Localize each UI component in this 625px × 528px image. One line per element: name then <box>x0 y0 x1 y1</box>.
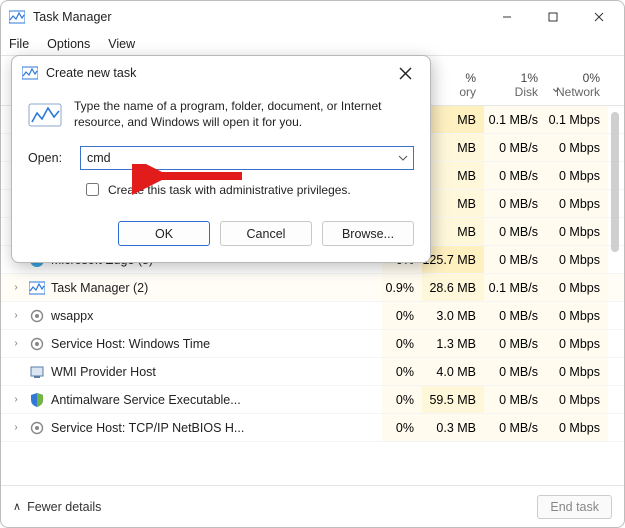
network-cell: 0 Mbps <box>546 190 608 217</box>
table-row[interactable]: › wsappx 0%3.0 MB0 MB/s0 Mbps <box>1 302 624 330</box>
memory-cell: 4.0 MB <box>422 358 484 385</box>
disk-cell: 0 MB/s <box>484 358 546 385</box>
admin-privileges-checkbox[interactable] <box>86 183 99 196</box>
disk-cell: 0.1 MB/s <box>484 274 546 301</box>
tm-icon <box>29 280 45 296</box>
end-task-button[interactable]: End task <box>537 495 612 519</box>
window-title: Task Manager <box>33 10 112 24</box>
process-name: Service Host: TCP/IP NetBIOS H... <box>51 421 244 435</box>
disk-cell: 0 MB/s <box>484 386 546 413</box>
disk-cell: 0 MB/s <box>484 190 546 217</box>
cpu-cell: 0% <box>382 414 422 441</box>
disk-percent: 1% <box>484 71 538 85</box>
column-disk[interactable]: Disk <box>484 85 538 99</box>
network-cell: 0 Mbps <box>546 302 608 329</box>
table-row[interactable]: › Service Host: Windows Time 0%1.3 MB0 MB/… <box>1 330 624 358</box>
create-new-task-dialog: Create new task Type the name of a progr… <box>11 55 431 263</box>
disk-cell: 0 MB/s <box>484 134 546 161</box>
admin-privileges-label: Create this task with administrative pri… <box>108 183 351 197</box>
network-percent: 0% <box>546 71 600 85</box>
memory-cell: 125.7 MB <box>422 246 484 273</box>
task-manager-icon <box>22 65 38 81</box>
dialog-close-button[interactable] <box>390 60 420 86</box>
expand-chevron-icon[interactable]: › <box>9 310 23 321</box>
table-row[interactable]: › Service Host: TCP/IP NetBIOS H... 0%0.3 … <box>1 414 624 442</box>
memory-cell: 0.3 MB <box>422 414 484 441</box>
gear-icon <box>29 308 45 324</box>
memory-cell: MB <box>422 106 484 133</box>
network-cell: 0 Mbps <box>546 134 608 161</box>
dialog-description: Type the name of a program, folder, docu… <box>74 98 414 130</box>
memory-cell: 59.5 MB <box>422 386 484 413</box>
process-name: WMI Provider Host <box>51 365 156 379</box>
dialog-title: Create new task <box>46 66 136 80</box>
disk-cell: 0 MB/s <box>484 414 546 441</box>
table-row[interactable]: › Antimalware Service Executable... 0%59.5… <box>1 386 624 414</box>
memory-cell: MB <box>422 134 484 161</box>
cpu-cell: 0.9% <box>382 274 422 301</box>
disk-cell: 0 MB/s <box>484 162 546 189</box>
cpu-cell: 0% <box>382 302 422 329</box>
fewer-details-toggle[interactable]: ∧ Fewer details <box>13 500 101 514</box>
vertical-scrollbar[interactable] <box>608 112 622 485</box>
open-dropdown-button[interactable] <box>394 148 412 168</box>
expand-chevron-icon[interactable]: › <box>9 422 23 433</box>
browse-button[interactable]: Browse... <box>322 221 414 246</box>
memory-cell: 1.3 MB <box>422 330 484 357</box>
open-label: Open: <box>28 151 70 165</box>
expand-chevron-icon[interactable]: › <box>9 394 23 405</box>
task-manager-window: Task Manager File Options View %ory 1%Di… <box>0 0 625 528</box>
memory-cell: MB <box>422 162 484 189</box>
menu-options[interactable]: Options <box>47 37 90 51</box>
disk-cell: 0 MB/s <box>484 218 546 245</box>
network-cell: 0.1 Mbps <box>546 106 608 133</box>
table-row[interactable]: › Task Manager (2) 0.9%28.6 MB0.1 MB/s0 Mb… <box>1 274 624 302</box>
process-name: Task Manager (2) <box>51 281 148 295</box>
wmi-icon <box>29 364 45 380</box>
open-input[interactable] <box>80 146 414 170</box>
minimize-button[interactable] <box>484 2 530 32</box>
cpu-cell: 0% <box>382 358 422 385</box>
titlebar: Task Manager <box>1 1 624 33</box>
footer: ∧ Fewer details End task <box>1 485 624 527</box>
menu-file[interactable]: File <box>9 37 29 51</box>
maximize-button[interactable] <box>530 2 576 32</box>
ok-button[interactable]: OK <box>118 221 210 246</box>
memory-cell: MB <box>422 190 484 217</box>
network-cell: 0 Mbps <box>546 386 608 413</box>
network-cell: 0 Mbps <box>546 414 608 441</box>
memory-cell: 28.6 MB <box>422 274 484 301</box>
cancel-button[interactable]: Cancel <box>220 221 312 246</box>
disk-cell: 0 MB/s <box>484 330 546 357</box>
menu-view[interactable]: View <box>108 37 135 51</box>
table-row[interactable]: WMI Provider Host 0%4.0 MB0 MB/s0 Mbps <box>1 358 624 386</box>
process-name: Service Host: Windows Time <box>51 337 210 351</box>
disk-cell: 0.1 MB/s <box>484 106 546 133</box>
expand-chevron-icon[interactable]: › <box>9 282 23 293</box>
chevron-up-icon: ∧ <box>13 500 21 513</box>
disk-cell: 0 MB/s <box>484 302 546 329</box>
shield-icon <box>29 392 45 408</box>
column-network[interactable]: Network <box>546 85 600 99</box>
menubar: File Options View <box>1 33 624 55</box>
disk-cell: 0 MB/s <box>484 246 546 273</box>
gear-icon <box>29 336 45 352</box>
cpu-cell: 0% <box>382 330 422 357</box>
task-manager-icon <box>9 9 25 25</box>
network-cell: 0 Mbps <box>546 358 608 385</box>
expand-chevron-icon[interactable]: › <box>9 338 23 349</box>
memory-cell: MB <box>422 218 484 245</box>
network-cell: 0 Mbps <box>546 274 608 301</box>
network-cell: 0 Mbps <box>546 330 608 357</box>
close-button[interactable] <box>576 2 622 32</box>
run-icon <box>28 98 62 132</box>
network-cell: 0 Mbps <box>546 218 608 245</box>
cpu-cell: 0% <box>382 386 422 413</box>
gear-icon <box>29 420 45 436</box>
network-cell: 0 Mbps <box>546 162 608 189</box>
memory-cell: 3.0 MB <box>422 302 484 329</box>
process-name: Antimalware Service Executable... <box>51 393 241 407</box>
network-cell: 0 Mbps <box>546 246 608 273</box>
process-name: wsappx <box>51 309 93 323</box>
